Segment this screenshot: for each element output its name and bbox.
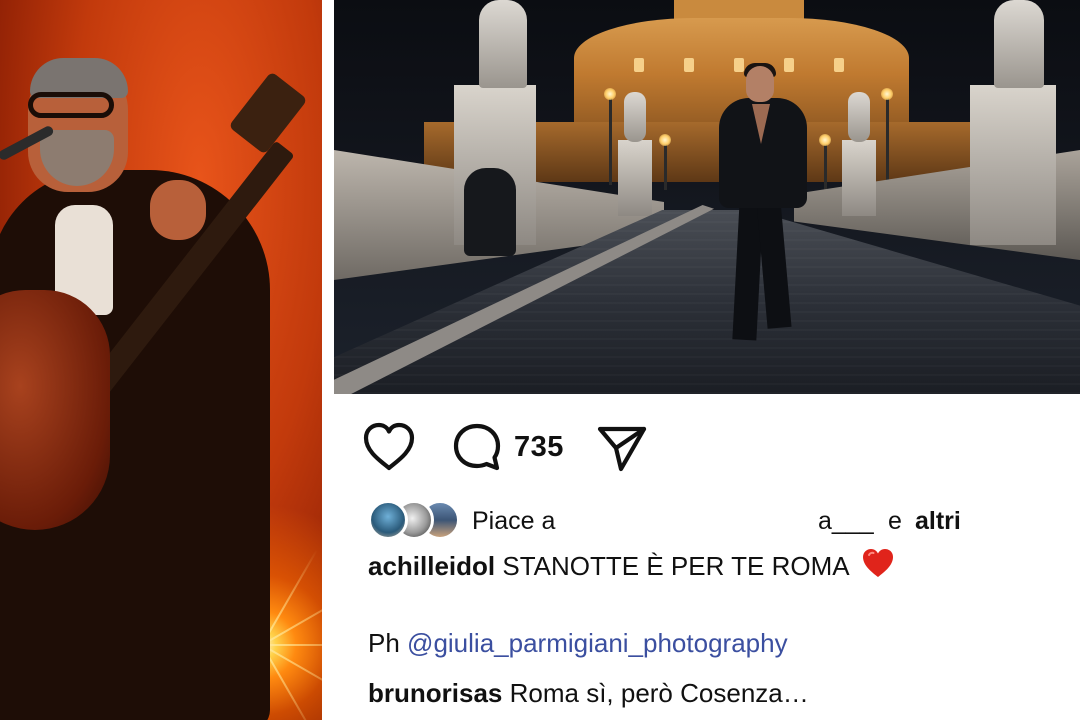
liker-username-redacted[interactable]: a___ xyxy=(818,507,874,536)
lamp-glow xyxy=(881,88,893,100)
guitar-headstock xyxy=(228,71,308,155)
paper-plane-icon[interactable] xyxy=(596,424,648,472)
caption-text: STANOTTE È PER TE ROMA xyxy=(502,551,849,581)
glasses xyxy=(28,92,114,118)
statue-pedestal xyxy=(618,140,652,216)
street-lamp xyxy=(664,140,667,190)
angel-statue xyxy=(479,0,527,88)
post-actions: 735 xyxy=(334,394,1080,494)
statue-pedestal xyxy=(970,85,1056,245)
angel-statue xyxy=(624,92,646,142)
crouching-figure xyxy=(464,168,516,256)
comment-text: Roma sì, però Cosenza… xyxy=(509,678,809,708)
liker-avatar xyxy=(368,500,408,540)
likes-prefix: Piace a xyxy=(472,507,556,535)
panel-divider xyxy=(322,0,334,720)
lamp-glow xyxy=(819,134,831,146)
likes-others-link[interactable]: altri xyxy=(915,507,961,536)
photographer-mention-link[interactable]: @giulia_parmigiani_photography xyxy=(407,628,788,658)
lamp-glow xyxy=(604,88,616,100)
man-head xyxy=(746,66,774,102)
likes-conjunction: e xyxy=(888,507,902,535)
instagram-post: 735 Piace a a___ e altri achilleidol STA… xyxy=(334,0,1080,720)
heart-outline-icon[interactable] xyxy=(362,422,416,472)
comment-row: brunorisas Roma sì, però Cosenza… xyxy=(368,678,809,709)
likes-summary[interactable]: Piace a a___ e altri xyxy=(368,500,1068,540)
lamp-glow xyxy=(659,134,671,146)
photo-credit: Ph @giulia_parmigiani_photography xyxy=(368,628,788,659)
street-lamp xyxy=(824,140,827,190)
street-lamp xyxy=(609,95,612,185)
street-lamp xyxy=(886,95,889,185)
credit-prefix: Ph xyxy=(368,628,400,658)
comment-username[interactable]: brunorisas xyxy=(368,678,502,708)
angel-statue xyxy=(848,92,870,142)
post-caption: achilleidol STANOTTE È PER TE ROMA xyxy=(368,547,895,582)
singer-hand xyxy=(150,180,206,240)
caption-username[interactable]: achilleidol xyxy=(368,551,495,581)
red-heart-emoji-icon xyxy=(863,549,894,577)
comment-bubble-icon[interactable] xyxy=(452,422,502,472)
statue-pedestal xyxy=(842,140,876,216)
acoustic-guitar xyxy=(0,290,110,530)
post-image[interactable] xyxy=(334,0,1080,394)
angel-statue xyxy=(994,0,1044,88)
comment-count: 735 xyxy=(514,431,564,463)
concert-photo xyxy=(0,0,322,720)
